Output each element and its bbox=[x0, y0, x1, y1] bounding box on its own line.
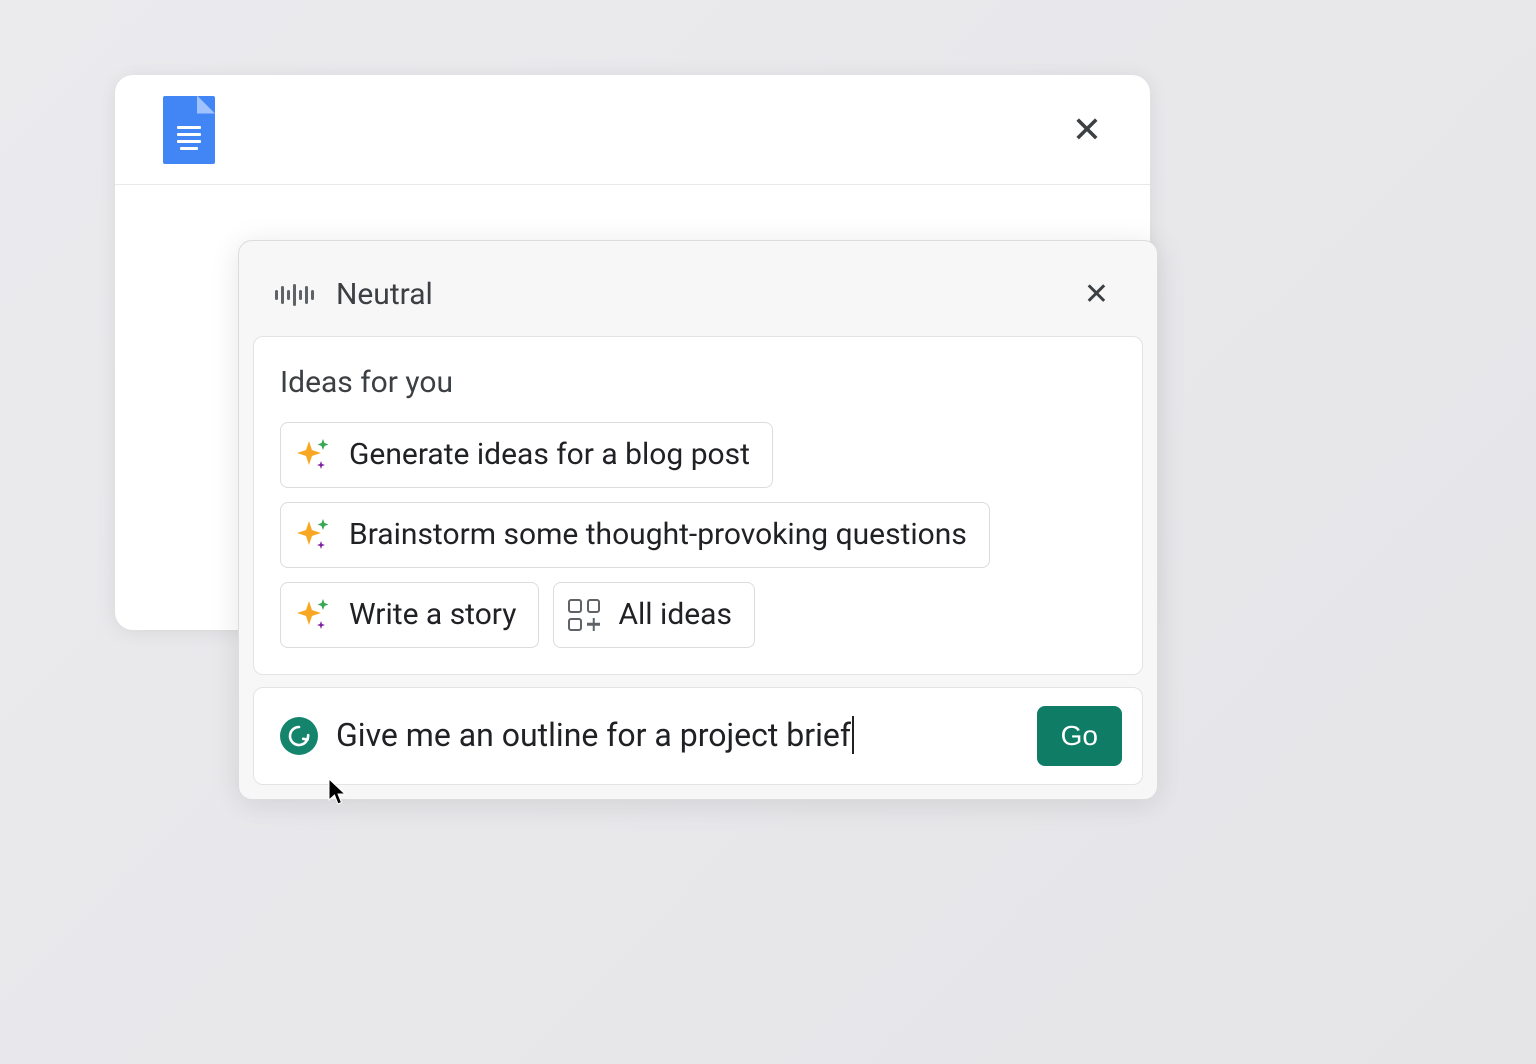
close-icon[interactable]: ✕ bbox=[1072, 112, 1102, 148]
sparkle-icon bbox=[295, 517, 331, 553]
go-button[interactable]: Go bbox=[1037, 706, 1122, 766]
suggestion-chip-blog-post[interactable]: Generate ideas for a blog post bbox=[280, 422, 773, 488]
grid-plus-icon bbox=[568, 599, 600, 631]
grammarly-icon bbox=[280, 717, 318, 755]
suggestion-chip-story[interactable]: Write a story bbox=[280, 582, 539, 648]
document-header: ✕ bbox=[115, 75, 1150, 185]
docs-app-icon bbox=[163, 96, 215, 164]
chip-label: Generate ideas for a blog post bbox=[349, 437, 750, 473]
voice-bars-icon[interactable] bbox=[275, 284, 314, 306]
mouse-cursor-icon bbox=[328, 778, 348, 806]
sparkle-icon bbox=[295, 437, 331, 473]
ai-assist-panel: Neutral ✕ Ideas for you Generate ideas f… bbox=[238, 240, 1158, 800]
chip-label: Write a story bbox=[349, 597, 516, 633]
ideas-card: Ideas for you Generate ideas for a blog … bbox=[253, 336, 1143, 675]
suggestion-chip-brainstorm[interactable]: Brainstorm some thought-provoking questi… bbox=[280, 502, 990, 568]
prompt-input[interactable]: Give me an outline for a project brief bbox=[336, 716, 1019, 757]
ideas-title: Ideas for you bbox=[280, 365, 1116, 400]
text-cursor bbox=[852, 716, 854, 754]
chip-label: All ideas bbox=[618, 597, 732, 633]
prompt-input-bar[interactable]: Give me an outline for a project brief G… bbox=[253, 687, 1143, 785]
tone-label[interactable]: Neutral bbox=[336, 277, 433, 312]
chip-label: Brainstorm some thought-provoking questi… bbox=[349, 517, 967, 553]
assist-header: Neutral ✕ bbox=[247, 249, 1149, 336]
suggestion-chip-row: Generate ideas for a blog post Brainstor… bbox=[280, 422, 1116, 648]
suggestion-chip-all-ideas[interactable]: All ideas bbox=[553, 582, 755, 648]
sparkle-icon bbox=[295, 597, 331, 633]
close-icon[interactable]: ✕ bbox=[1084, 280, 1121, 310]
